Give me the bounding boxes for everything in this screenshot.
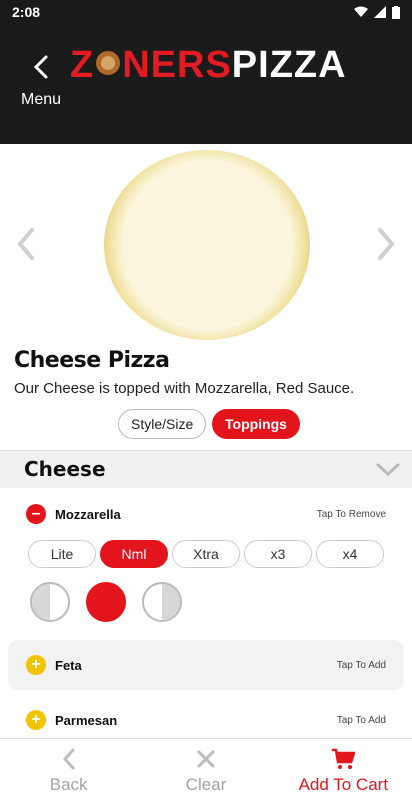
cart-icon — [332, 748, 356, 769]
status-time: 2:08 — [12, 4, 41, 20]
topping-row-feta[interactable]: + Feta Tap To Add — [26, 653, 386, 677]
topping-name: Mozzarella — [55, 506, 121, 522]
amount-lite[interactable]: Lite — [28, 540, 96, 568]
topping-action: Tap To Remove — [316, 508, 386, 520]
add-to-cart-button[interactable]: Add To Cart — [275, 739, 412, 800]
chevron-left-icon — [33, 55, 48, 79]
topping-action: Tap To Add — [336, 714, 386, 726]
wifi-icon — [354, 6, 368, 17]
item-title: Cheese Pizza — [14, 348, 170, 373]
previous-arrow-icon[interactable] — [12, 224, 40, 264]
amount-selector: Lite Nml Xtra x3 x4 — [28, 540, 384, 568]
status-bar: 2:08 — [0, 0, 412, 24]
back-to-menu-label: Menu — [20, 91, 62, 108]
topping-action: Tap To Add — [336, 659, 386, 671]
section-title: Cheese — [24, 457, 106, 481]
battery-icon — [392, 5, 400, 19]
amount-extra[interactable]: Xtra — [172, 540, 240, 568]
zoners-pizza-logo: Z NERSPIZZA — [70, 44, 347, 86]
app-header: Menu Z NERSPIZZA — [0, 24, 412, 144]
minus-icon[interactable]: – — [26, 504, 46, 524]
section-header-cheese[interactable]: Cheese — [0, 450, 412, 488]
close-icon — [197, 750, 215, 768]
left-half-icon[interactable] — [30, 582, 70, 622]
right-half-icon[interactable] — [142, 582, 182, 622]
topping-row-parmesan[interactable]: + Parmesan Tap To Add — [26, 708, 386, 732]
next-arrow-icon[interactable] — [372, 224, 400, 264]
item-description: Our Cheese is topped with Mozzarella, Re… — [14, 380, 355, 397]
status-icons — [354, 5, 400, 19]
pizza-image-area — [0, 144, 412, 344]
chevron-left-icon — [62, 748, 75, 770]
add-to-cart-label: Add To Cart — [298, 775, 389, 794]
placement-selector — [30, 582, 182, 622]
amount-x4[interactable]: x4 — [316, 540, 384, 568]
topping-name: Parmesan — [55, 712, 118, 728]
chevron-down-icon — [376, 463, 400, 477]
signal-icon — [374, 6, 386, 18]
topping-name: Feta — [55, 657, 82, 673]
topping-row-mozzarella[interactable]: – Mozzarella Tap To Remove — [26, 502, 386, 526]
tab-toppings[interactable]: Toppings — [212, 409, 300, 439]
plus-icon[interactable]: + — [26, 710, 46, 730]
bottom-action-bar: Back Clear Add To Cart — [0, 738, 412, 800]
whole-pizza-icon[interactable] — [86, 582, 126, 622]
clear-label: Clear — [185, 775, 227, 794]
back-label: Back — [49, 775, 88, 794]
clear-button[interactable]: Clear — [137, 739, 274, 800]
amount-x3[interactable]: x3 — [244, 540, 312, 568]
back-to-menu-button[interactable]: Menu — [16, 54, 66, 109]
back-button[interactable]: Back — [0, 739, 137, 800]
tab-style-size[interactable]: Style/Size — [118, 409, 207, 439]
amount-normal[interactable]: Nml — [100, 540, 168, 568]
pizza-image — [104, 150, 310, 340]
plus-icon[interactable]: + — [26, 655, 46, 675]
pizza-o-icon — [96, 50, 121, 75]
